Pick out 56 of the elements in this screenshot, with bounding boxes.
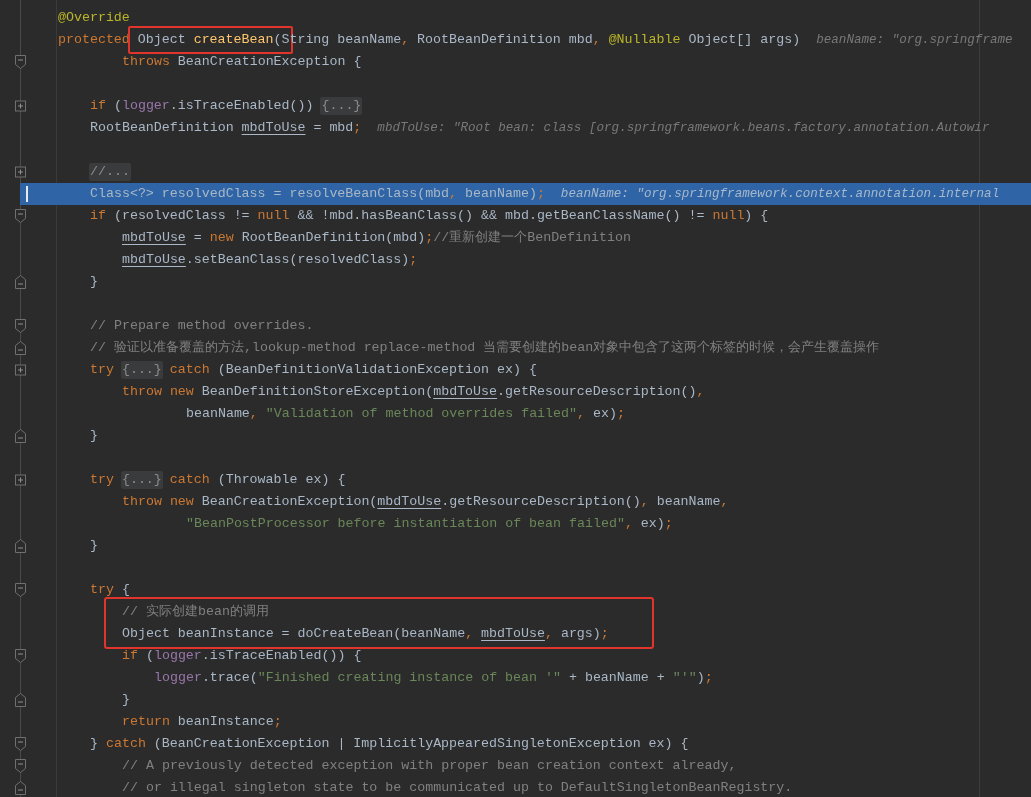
fold-icon[interactable] bbox=[15, 539, 26, 553]
unfold-icon[interactable] bbox=[15, 473, 26, 487]
folded-code[interactable]: {...} bbox=[120, 361, 163, 379]
unfold-icon[interactable] bbox=[15, 165, 26, 179]
code-text: beanName, "Validation of method overrides failed", ex); bbox=[186, 405, 625, 423]
fold-icon[interactable] bbox=[15, 649, 26, 663]
code-text: logger.trace("Finished creating instance of bean '" + beanName + "'"); bbox=[154, 669, 713, 687]
code-text: throw new BeanCreationException(mbdToUse.getResourceDescription(), beanName, bbox=[122, 493, 729, 511]
fold-icon[interactable] bbox=[15, 693, 26, 707]
code-text: throw new BeanDefinitionStoreException(mbdToUse.getResourceDescription(), bbox=[122, 383, 705, 401]
fold-icon[interactable] bbox=[15, 583, 26, 597]
inline-hint: beanName: "org.springframe bbox=[816, 32, 1013, 49]
inline-hint: mbdToUse: "Root bean: class [org.springframework.beans.factory.annotation.Autowir bbox=[377, 120, 990, 137]
code-text: // A previously detected exception with proper bean creation context already, bbox=[122, 757, 737, 775]
code-text: // 实际创建bean的调用 bbox=[122, 603, 269, 621]
folded-code[interactable]: {...} bbox=[320, 97, 363, 115]
fold-icon[interactable] bbox=[15, 319, 26, 333]
code-text: Class<?> resolvedClass = resolveBeanClass(mbd, beanName); bbox=[90, 185, 545, 203]
code-text: } catch (BeanCreationException | ImplicitlyAppearedSingletonException ex) { bbox=[90, 735, 689, 753]
code-text: } bbox=[122, 691, 130, 709]
fold-icon[interactable] bbox=[15, 737, 26, 751]
folded-code[interactable]: {...} bbox=[120, 471, 163, 489]
unfold-icon[interactable] bbox=[15, 363, 26, 377]
code-text: catch (Throwable ex) { bbox=[168, 471, 346, 489]
fold-icon[interactable] bbox=[15, 759, 26, 773]
fold-icon[interactable] bbox=[15, 55, 26, 69]
code-text: throws BeanCreationException { bbox=[122, 53, 362, 71]
code-text: } bbox=[90, 427, 98, 445]
code-text: RootBeanDefinition mbdToUse = mbd; bbox=[90, 119, 362, 137]
caret-marker bbox=[26, 186, 28, 202]
folded-code[interactable]: //... bbox=[89, 163, 131, 181]
code-text: protected bbox=[58, 31, 131, 49]
code-text: if (resolvedClass != null && !mbd.hasBeanClass() && mbd.getBeanClassName() != null) { bbox=[90, 207, 769, 225]
unfold-icon[interactable] bbox=[15, 99, 26, 113]
code-text: @Override bbox=[58, 9, 130, 27]
fold-icon[interactable] bbox=[15, 781, 26, 795]
code-text: // Prepare method overrides. bbox=[90, 317, 314, 335]
code-text: if (logger.isTraceEnabled()) { bbox=[122, 647, 362, 665]
fold-icon[interactable] bbox=[15, 429, 26, 443]
inline-hint: beanName: "org.springframework.context.annotation.internal bbox=[560, 186, 1000, 203]
code-text: return beanInstance; bbox=[122, 713, 282, 731]
fold-icon[interactable] bbox=[15, 209, 26, 223]
code-text: // or illegal singleton state to be communicated up to DefaultSingletonBeanRegistry. bbox=[122, 779, 793, 797]
code-text: try bbox=[90, 361, 115, 379]
code-text: mbdToUse.setBeanClass(resolvedClass); bbox=[122, 251, 418, 269]
fold-icon[interactable] bbox=[15, 275, 26, 289]
code-text: try { bbox=[90, 581, 130, 599]
code-text: } bbox=[90, 273, 98, 291]
code-text: catch (BeanDefinitionValidationException ex) { bbox=[168, 361, 537, 379]
code-text: "BeanPostProcessor before instantiation of bean failed", ex); bbox=[186, 515, 673, 533]
code-text: try bbox=[90, 471, 115, 489]
code-text: if (logger.isTraceEnabled()) bbox=[90, 97, 315, 115]
fold-icon[interactable] bbox=[15, 341, 26, 355]
code-text: // 验证以准备覆盖的方法,lookup-method replace-method 当需要创建的bean对象中包含了这两个标签的时候，会产生覆盖操作 bbox=[90, 339, 880, 357]
code-text: } bbox=[90, 537, 98, 555]
code-text: Object beanInstance = doCreateBean(beanName, mbdToUse, args); bbox=[122, 625, 609, 643]
